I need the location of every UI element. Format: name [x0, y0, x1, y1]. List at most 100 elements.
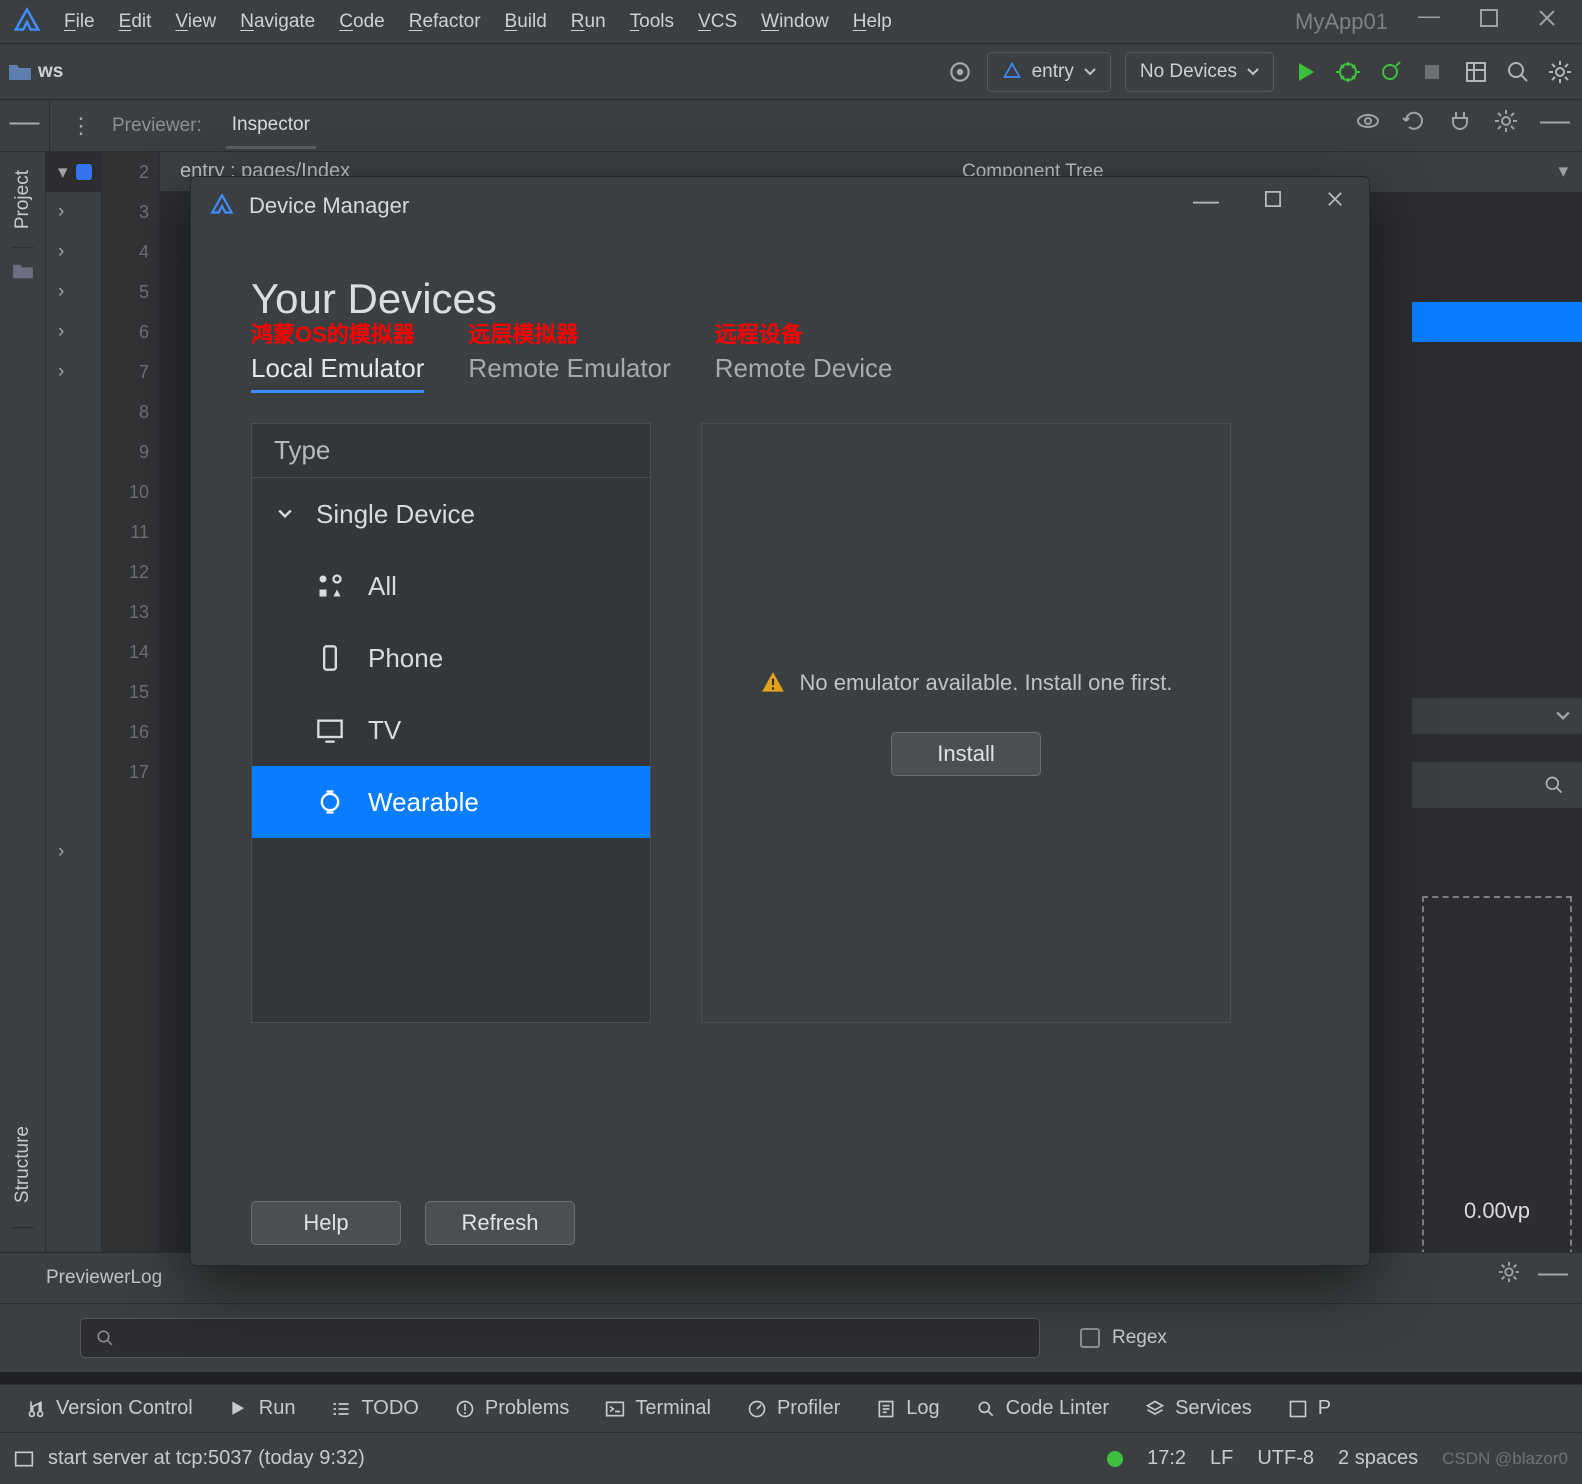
dialog-heading: Your Devices [251, 275, 1309, 323]
dialog-close-icon[interactable] [1327, 191, 1343, 222]
line-number: 16 [102, 712, 159, 752]
menu-code[interactable]: Code [327, 11, 396, 33]
refresh-icon[interactable] [1402, 109, 1426, 133]
more-icon[interactable]: ⋮ [60, 113, 112, 139]
tool-terminal[interactable]: Terminal [587, 1397, 729, 1420]
menu-help[interactable]: Help [841, 11, 904, 33]
device-type-wearable[interactable]: Wearable [252, 766, 650, 838]
project-root-label: ws [38, 61, 63, 83]
tool-services[interactable]: Services [1127, 1397, 1270, 1420]
debug-icon[interactable] [1336, 60, 1360, 84]
tool-profiler[interactable]: Profiler [729, 1397, 858, 1420]
device-tab-remote-emulator[interactable]: 远层模拟器Remote Emulator [468, 353, 670, 393]
device-category[interactable]: Single Device [252, 478, 650, 550]
tool-problems[interactable]: Problems [437, 1397, 587, 1420]
device-tab-local-emulator[interactable]: 鸿蒙OS的模拟器Local Emulator [251, 353, 424, 393]
project-root[interactable]: ws [8, 61, 63, 83]
line-number: 6 [102, 312, 159, 352]
status-dot-icon [1107, 1451, 1123, 1467]
previewer-log-label[interactable]: PreviewerLog [46, 1267, 162, 1289]
right-panel-selected[interactable] [1412, 302, 1582, 342]
bottom-tool-strip: Version ControlRunTODOProblemsTerminalPr… [0, 1384, 1582, 1432]
device-type-all[interactable]: All [252, 550, 650, 622]
hide-icon[interactable]: — [1538, 1256, 1568, 1290]
line-number: 12 [102, 552, 159, 592]
gear-icon[interactable] [1494, 109, 1518, 133]
right-panel-handle[interactable] [1412, 698, 1582, 734]
menu-view[interactable]: View [163, 11, 228, 33]
menu-tools[interactable]: Tools [618, 11, 686, 33]
checkbox-icon [1080, 1328, 1100, 1348]
dialog-maximize-icon[interactable] [1265, 191, 1281, 222]
right-panel-search[interactable] [1412, 762, 1582, 808]
rail-project[interactable]: Project [12, 152, 34, 248]
collapse-icon[interactable]: — [10, 105, 40, 139]
menu-window[interactable]: Window [749, 11, 841, 33]
line-number: 15 [102, 672, 159, 712]
preview-value: 0.00vp [1464, 1198, 1530, 1224]
menu-vcs[interactable]: VCS [686, 11, 749, 33]
tree-row[interactable]: › [46, 352, 101, 392]
previewer-tabs: Inspector [226, 102, 316, 149]
refresh-button[interactable]: Refresh [425, 1201, 575, 1245]
hide-icon[interactable]: — [1540, 104, 1570, 138]
window-maximize-icon[interactable] [1480, 9, 1498, 35]
menu-file[interactable]: File [52, 11, 107, 33]
log-search-input[interactable] [80, 1318, 1040, 1358]
status-message: start server at tcp:5037 (today 9:32) [48, 1447, 365, 1470]
stop-icon[interactable] [1420, 60, 1444, 84]
tool-version-control[interactable]: Version Control [8, 1397, 211, 1420]
tool-todo[interactable]: TODO [313, 1397, 436, 1420]
line-number: 9 [102, 432, 159, 472]
menu-refactor[interactable]: Refactor [397, 11, 493, 33]
status-encoding[interactable]: UTF-8 [1257, 1447, 1314, 1470]
device-tab-remote-device[interactable]: 远程设备Remote Device [715, 353, 893, 393]
tab-inspector[interactable]: Inspector [226, 102, 316, 149]
run-icon[interactable] [1294, 60, 1318, 84]
menu-build[interactable]: Build [493, 11, 559, 33]
tree-row[interactable]: › [46, 232, 101, 272]
status-cursor[interactable]: 17:2 [1147, 1447, 1186, 1470]
menu-edit[interactable]: Edit [107, 11, 164, 33]
device-selector[interactable]: No Devices [1125, 52, 1274, 92]
previewer-bar: — ⋮ Previewer: Inspector — [0, 100, 1582, 152]
dialog-minimize-icon[interactable]: — [1193, 185, 1219, 216]
run-config-selector[interactable]: entry [987, 52, 1111, 92]
plug-icon[interactable] [1448, 109, 1472, 133]
tool-run[interactable]: Run [211, 1397, 314, 1420]
tree-row[interactable]: ▾ [46, 152, 101, 192]
tree-row[interactable] [46, 872, 101, 912]
gear-icon[interactable] [1498, 1261, 1520, 1283]
target-icon[interactable] [947, 59, 973, 85]
tool-log[interactable]: Log [858, 1397, 957, 1420]
help-button[interactable]: Help [251, 1201, 401, 1245]
eye-icon[interactable] [1356, 109, 1380, 133]
settings-icon[interactable] [1548, 60, 1572, 84]
tree-row[interactable]: › [46, 832, 101, 872]
folder-icon[interactable] [12, 262, 34, 280]
menu-navigate[interactable]: Navigate [228, 11, 327, 33]
status-indent[interactable]: 2 spaces [1338, 1447, 1418, 1470]
terminal-icon[interactable] [14, 1449, 34, 1469]
status-line-ending[interactable]: LF [1210, 1447, 1233, 1470]
device-type-phone[interactable]: Phone [252, 622, 650, 694]
coverage-icon[interactable] [1378, 60, 1402, 84]
tool-p[interactable]: P [1270, 1397, 1349, 1420]
window-close-icon[interactable] [1538, 9, 1556, 35]
menu-run[interactable]: Run [559, 11, 618, 33]
device-manager-dialog: Device Manager — Your Devices 鸿蒙OS的模拟器Lo… [190, 176, 1370, 1266]
install-button[interactable]: Install [891, 732, 1041, 776]
rail-structure[interactable]: Structure [12, 1102, 34, 1228]
device-type-tv[interactable]: TV [252, 694, 650, 766]
regex-toggle[interactable]: Regex [1080, 1327, 1167, 1349]
tool-code-linter[interactable]: Code Linter [958, 1397, 1127, 1420]
tree-row[interactable]: › [46, 272, 101, 312]
window-minimize-icon[interactable]: — [1418, 3, 1440, 29]
line-number: 10 [102, 472, 159, 512]
tree-row[interactable]: › [46, 192, 101, 232]
project-structure-icon[interactable] [1464, 60, 1488, 84]
tree-row[interactable]: › [46, 312, 101, 352]
chevron-down-icon [1084, 68, 1096, 76]
search-icon[interactable] [1506, 60, 1530, 84]
toolbar-right-icons [1464, 60, 1572, 84]
